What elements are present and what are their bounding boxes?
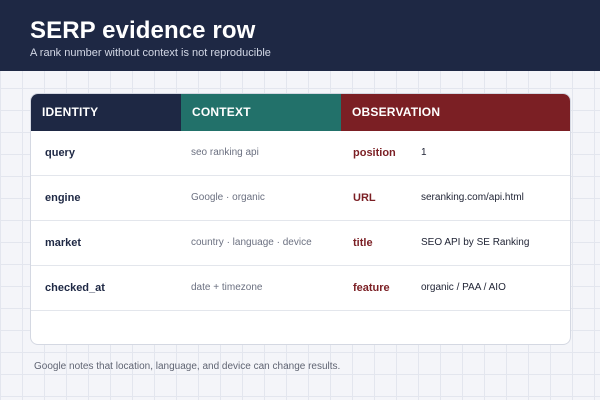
- identity-cell: query: [45, 147, 75, 159]
- footnote: Google notes that location, language, an…: [34, 361, 341, 372]
- identity-cell: engine: [45, 192, 81, 204]
- header-banner: SERP evidence row A rank number without …: [0, 0, 600, 71]
- page-title: SERP evidence row: [30, 17, 256, 44]
- table-row: checked_at date + timezone feature organ…: [31, 266, 570, 311]
- observation-value: organic / PAA / AIO: [421, 282, 506, 293]
- identity-cell: checked_at: [45, 282, 105, 294]
- context-cell: date + timezone: [191, 282, 263, 293]
- table-row: market country · language · device title…: [31, 221, 570, 266]
- context-cell: Google · organic: [191, 192, 265, 203]
- observation-label: URL: [353, 192, 376, 204]
- identity-cell: market: [45, 237, 82, 249]
- column-header-observation: OBSERVATION: [341, 94, 570, 131]
- page-subtitle: A rank number without context is not rep…: [30, 47, 271, 59]
- context-cell: seo ranking api: [191, 147, 259, 158]
- observation-value: SEO API by SE Ranking: [421, 237, 530, 248]
- observation-value: 1: [421, 147, 427, 158]
- column-headers: IDENTITY CONTEXT OBSERVATION: [31, 94, 570, 131]
- evidence-table: IDENTITY CONTEXT OBSERVATION query seo r…: [30, 93, 571, 345]
- column-header-context: CONTEXT: [181, 94, 341, 131]
- column-header-identity: IDENTITY: [31, 94, 181, 131]
- context-cell: country · language · device: [191, 237, 312, 248]
- table-row: engine Google · organic URL seranking.co…: [31, 176, 570, 221]
- table-row: query seo ranking api position 1: [31, 131, 570, 176]
- observation-label: position: [353, 147, 396, 159]
- observation-label: feature: [353, 282, 390, 294]
- observation-label: title: [353, 237, 373, 249]
- observation-value: seranking.com/api.html: [421, 192, 524, 203]
